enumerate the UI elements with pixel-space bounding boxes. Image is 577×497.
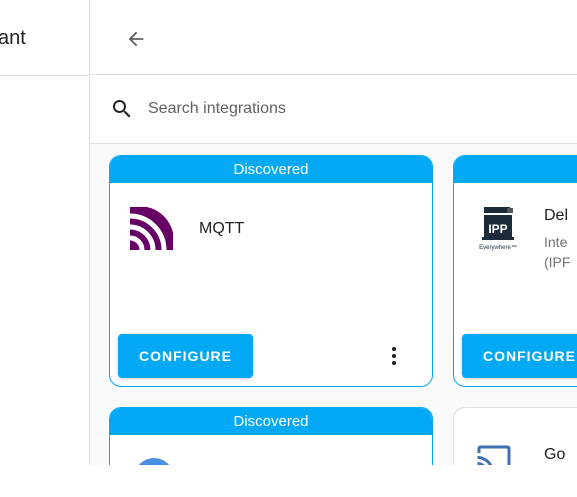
integration-subtitle-line2: (IPF [544,254,571,270]
back-button[interactable] [122,25,150,53]
integration-card-google[interactable]: Go [453,407,577,465]
configure-button[interactable]: CONFIGURE [462,334,577,378]
sidebar: ant [0,0,90,465]
integration-subtitle-line1: Inte [544,234,568,250]
search-icon [113,100,131,118]
integration-card-ipp[interactable]: IPP Everywhere™ Del Inte (IPF CONFIGURE [453,155,577,387]
discovered-banner [454,156,577,183]
ipp-logo-icon: IPP Everywhere™ [479,207,517,251]
svg-text:Everywhere™: Everywhere™ [479,244,517,251]
integration-title: MQTT [199,220,245,237]
sidebar-header: ant [0,0,89,76]
overflow-menu-button[interactable] [382,344,406,368]
main-content: Discovered MQTT CONFIGURE IPP Everyw [90,0,577,465]
integration-logo-icon [138,458,170,465]
cast-icon [477,445,511,465]
integration-title: Del [544,207,569,224]
app-title: ant [0,27,26,49]
mqtt-logo-icon [130,207,173,250]
integration-card-discovered[interactable]: Discovered [109,407,433,465]
arrow-left-icon [128,31,144,47]
more-vertical-icon [392,347,396,365]
integration-title: Go [544,446,566,463]
search-bar [90,75,577,144]
svg-text:IPP: IPP [488,222,507,236]
top-bar [90,0,577,75]
integration-card-mqtt[interactable]: Discovered MQTT CONFIGURE [109,155,433,387]
discovered-banner: Discovered [110,156,432,183]
discovered-banner: Discovered [110,408,432,435]
configure-button[interactable]: CONFIGURE [118,334,253,378]
search-input[interactable] [148,97,548,121]
